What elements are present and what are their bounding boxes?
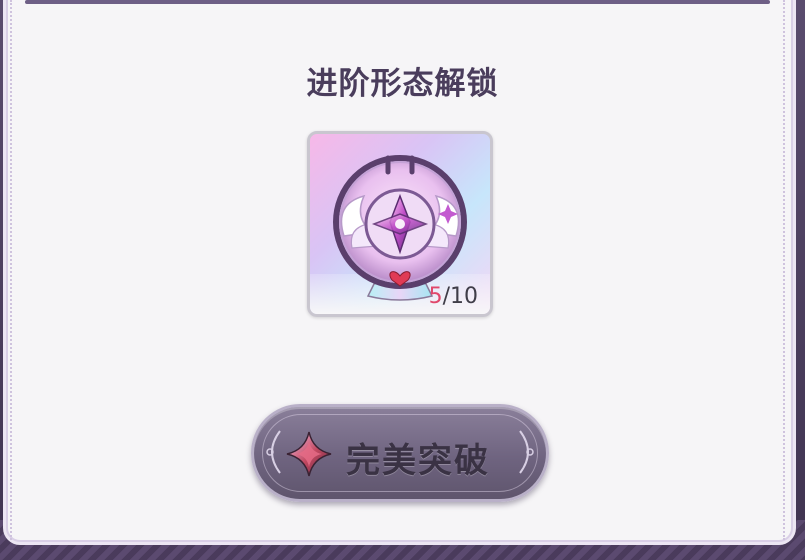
- item-count-current: 5: [428, 284, 443, 309]
- top-divider: [25, 0, 770, 4]
- button-ornament-left-icon: [266, 430, 281, 474]
- item-card[interactable]: 5/10: [307, 131, 493, 317]
- perfect-breakthrough-button[interactable]: 完美突破: [251, 404, 549, 502]
- item-count: 5/10: [429, 284, 478, 309]
- star-gem-icon: [286, 431, 332, 477]
- button-label: 完美突破: [346, 441, 490, 481]
- winged-crystal-emblem-icon: [333, 155, 467, 301]
- dialog-title: 进阶形态解锁: [306, 66, 499, 102]
- item-count-total: /10: [442, 284, 478, 309]
- button-ornament-right-icon: [519, 430, 534, 474]
